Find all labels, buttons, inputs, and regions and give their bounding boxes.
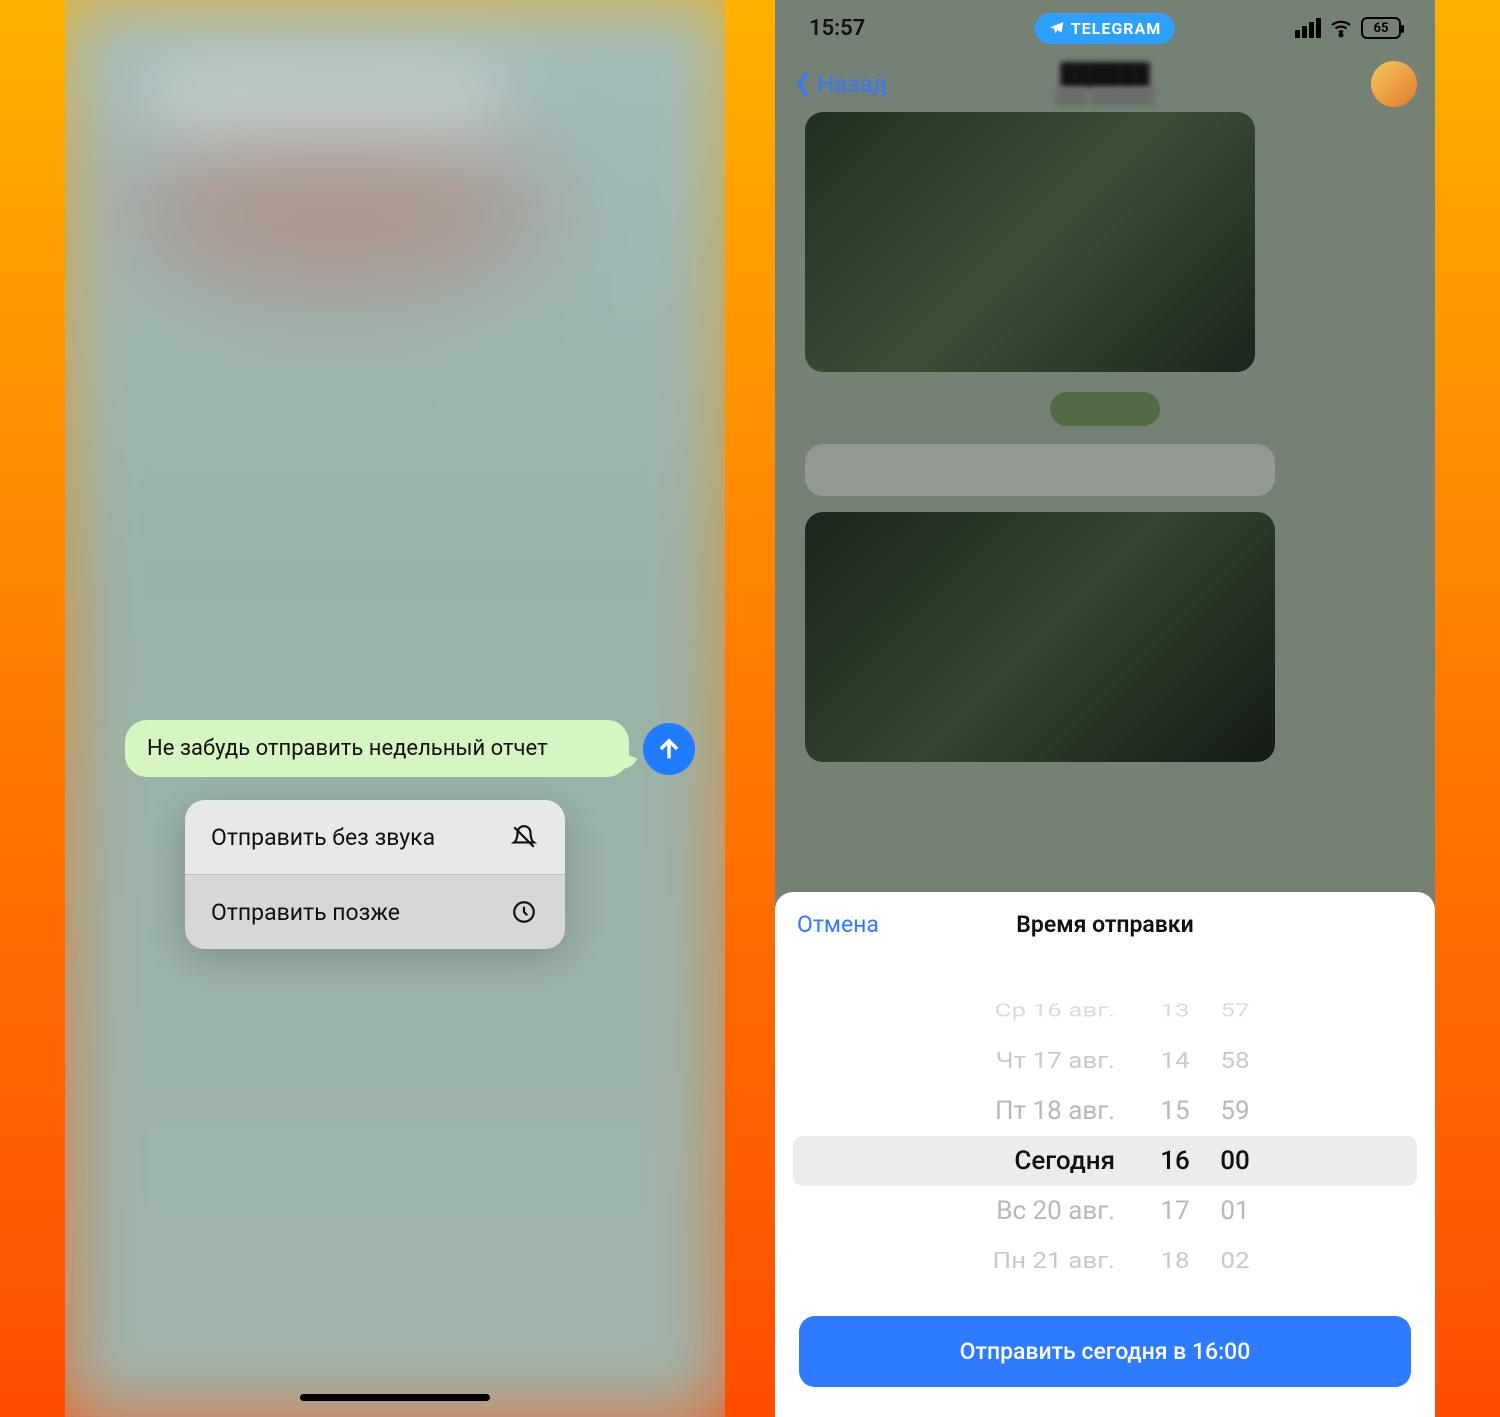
avatar[interactable] (1371, 61, 1417, 107)
arrow-up-icon (655, 735, 683, 763)
battery-indicator: 65 (1361, 17, 1401, 39)
compose-row: Не забудь отправить недельный отчет (125, 720, 695, 777)
send-later-item[interactable]: Отправить позже (185, 874, 565, 949)
clock-icon (509, 897, 539, 927)
send-silent-item[interactable]: Отправить без звука (185, 800, 565, 874)
send-later-label: Отправить позже (211, 899, 400, 926)
draft-message-bubble: Не забудь отправить недельный отчет (125, 720, 629, 777)
sheet-title: Время отправки (1016, 911, 1193, 938)
datetime-picker[interactable]: Ср 16 авг. 13 57 Чт 17 авг. 14 58 Пт 18 … (793, 986, 1417, 1286)
chat-subtitle: ███ ██████ (1055, 87, 1154, 105)
chat-title: ██████ (1055, 63, 1154, 87)
send-context-menu: Отправить без звука Отправить позже (185, 800, 565, 949)
status-bar: 15:57 TELEGRAM 65 (775, 0, 1435, 56)
bell-off-icon (509, 822, 539, 852)
phone-screenshot-right: 15:57 TELEGRAM 65 Назад ██████ ███ █████… (775, 0, 1435, 1417)
schedule-sheet: Отмена Время отправки Ср 16 авг. 13 57 Ч… (775, 892, 1435, 1417)
chevron-left-icon (793, 70, 813, 98)
notification-pill-label: TELEGRAM (1071, 19, 1161, 38)
cellular-icon (1295, 18, 1321, 38)
picker-row[interactable]: Чт 17 авг. 14 58 (793, 1036, 1417, 1086)
home-indicator[interactable] (300, 1394, 490, 1401)
picker-row[interactable]: Ср 16 авг. 13 57 (793, 986, 1417, 1036)
draft-message-text: Не забудь отправить недельный отчет (147, 736, 548, 761)
picker-row-selected[interactable]: Сегодня 16 00 (793, 1136, 1417, 1186)
send-silent-label: Отправить без звука (211, 824, 435, 851)
status-time: 15:57 (809, 16, 865, 41)
phone-screenshot-left: Не забудь отправить недельный отчет Отпр… (65, 0, 725, 1417)
picker-row[interactable]: Пн 21 авг. 18 02 (793, 1236, 1417, 1286)
picker-row[interactable]: Пт 18 авг. 15 59 (793, 1086, 1417, 1136)
wifi-icon (1329, 16, 1353, 40)
back-button[interactable]: Назад (793, 70, 887, 98)
notification-pill[interactable]: TELEGRAM (1035, 13, 1175, 44)
confirm-schedule-label: Отправить сегодня в 16:00 (960, 1338, 1251, 1365)
telegram-icon (1049, 20, 1065, 36)
back-label: Назад (817, 70, 887, 98)
chat-title-wrap[interactable]: ██████ ███ ██████ (1055, 63, 1154, 105)
send-button[interactable] (643, 723, 695, 775)
nav-bar: Назад ██████ ███ ██████ (775, 56, 1435, 112)
status-icons: 65 (1295, 16, 1401, 40)
confirm-schedule-button[interactable]: Отправить сегодня в 16:00 (799, 1316, 1411, 1387)
cancel-button[interactable]: Отмена (797, 911, 879, 938)
picker-row[interactable]: Вс 20 авг. 17 01 (793, 1186, 1417, 1236)
sheet-header: Отмена Время отправки (775, 892, 1435, 956)
